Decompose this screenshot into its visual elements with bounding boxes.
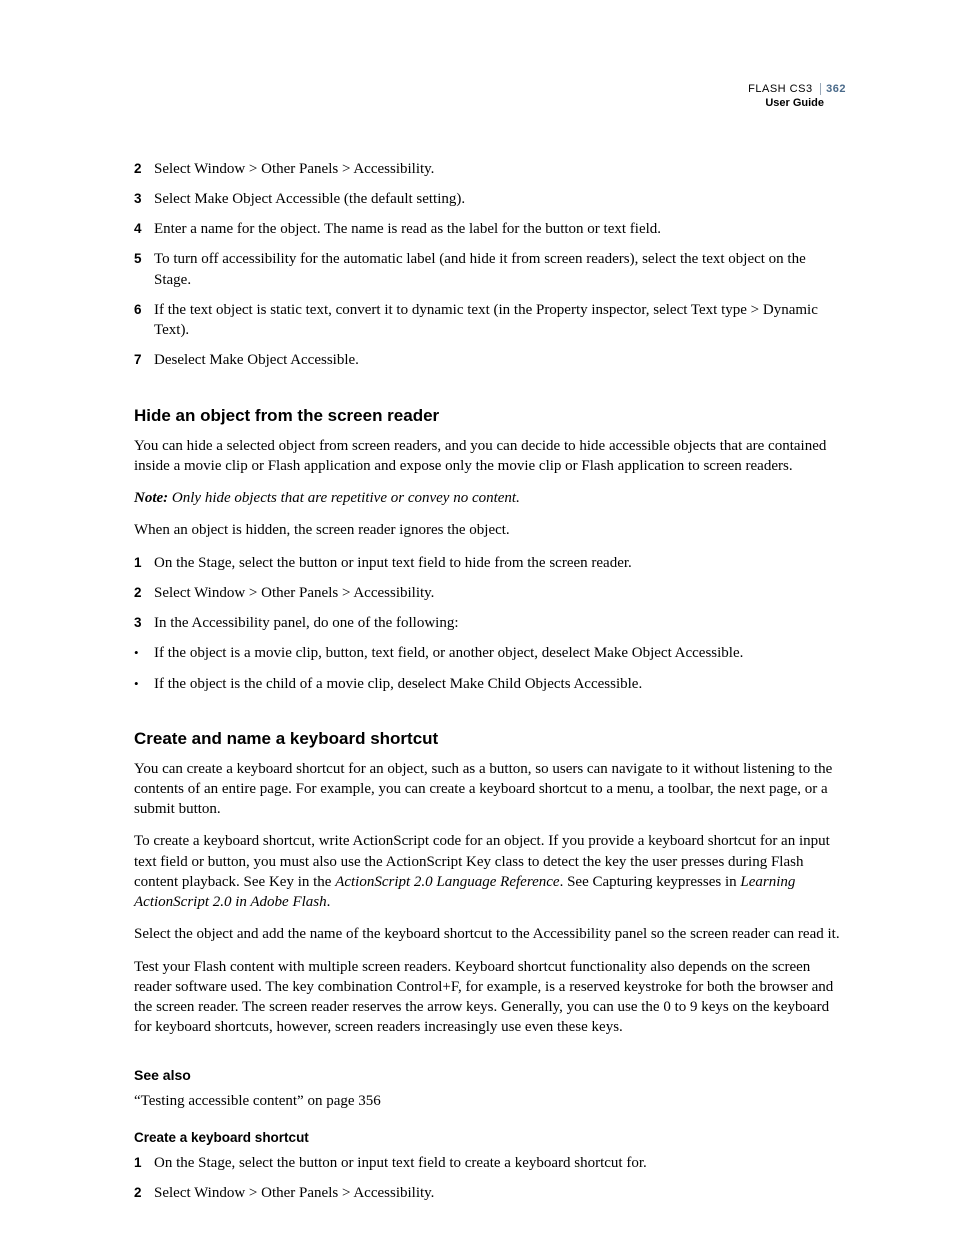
step-text: On the Stage, select the button or input…: [154, 1153, 846, 1173]
step-item: 6If the text object is static text, conv…: [134, 300, 846, 341]
step-item: 1On the Stage, select the button or inpu…: [134, 1153, 846, 1173]
bullet-item: If the object is the child of a movie cl…: [134, 674, 846, 694]
step-text: In the Accessibility panel, do one of th…: [154, 613, 846, 633]
page-number: 362: [820, 83, 846, 95]
step-item: 3Select Make Object Accessible (the defa…: [134, 189, 846, 209]
note: Note: Only hide objects that are repetit…: [134, 488, 846, 508]
heading-create-shortcut: Create a keyboard shortcut: [134, 1129, 846, 1147]
step-text: To turn off accessibility for the automa…: [154, 249, 846, 290]
step-item: 2Select Window > Other Panels > Accessib…: [134, 159, 846, 179]
body-text: You can hide a selected object from scre…: [134, 436, 846, 477]
step-item: 2Select Window > Other Panels > Accessib…: [134, 583, 846, 603]
step-text: Select Window > Other Panels > Accessibi…: [154, 583, 846, 603]
step-item: 7Deselect Make Object Accessible.: [134, 350, 846, 370]
step-item: 1On the Stage, select the button or inpu…: [134, 553, 846, 573]
steps-list-create: 1On the Stage, select the button or inpu…: [134, 1153, 846, 1204]
step-text: Deselect Make Object Accessible.: [154, 350, 846, 370]
step-text: Enter a name for the object. The name is…: [154, 219, 846, 239]
step-item: 5To turn off accessibility for the autom…: [134, 249, 846, 290]
step-text: Select Make Object Accessible (the defau…: [154, 189, 846, 209]
heading-hide-object: Hide an object from the screen reader: [134, 405, 846, 428]
bullet-item: If the object is a movie clip, button, t…: [134, 643, 846, 663]
note-body: Only hide objects that are repetitive or…: [168, 490, 520, 506]
step-item: 3In the Accessibility panel, do one of t…: [134, 613, 846, 633]
note-label: Note:: [134, 490, 168, 506]
step-text: Select Window > Other Panels > Accessibi…: [154, 159, 846, 179]
reference-title: ActionScript 2.0 Language Reference: [335, 874, 559, 890]
heading-see-also: See also: [134, 1066, 846, 1085]
body-text: You can create a keyboard shortcut for a…: [134, 759, 846, 820]
bullet-text: If the object is a movie clip, button, t…: [154, 643, 743, 663]
page-content: 2Select Window > Other Panels > Accessib…: [134, 159, 846, 1204]
heading-keyboard-shortcut: Create and name a keyboard shortcut: [134, 728, 846, 751]
step-text: On the Stage, select the button or input…: [154, 553, 846, 573]
step-item: 2Select Window > Other Panels > Accessib…: [134, 1183, 846, 1203]
steps-list-hide: 1On the Stage, select the button or inpu…: [134, 553, 846, 634]
step-item: 4Enter a name for the object. The name i…: [134, 219, 846, 239]
body-text: Select the object and add the name of th…: [134, 924, 846, 944]
steps-list-top: 2Select Window > Other Panels > Accessib…: [134, 159, 846, 371]
step-text: If the text object is static text, conve…: [154, 300, 846, 341]
page: FLASH CS3 362 User Guide 2Select Window …: [0, 0, 954, 1204]
body-text: To create a keyboard shortcut, write Act…: [134, 831, 846, 912]
body-text: When an object is hidden, the screen rea…: [134, 520, 846, 540]
cross-reference-link[interactable]: “Testing accessible content” on page 356: [134, 1091, 846, 1111]
bullet-list: If the object is a movie clip, button, t…: [134, 643, 846, 694]
bullet-text: If the object is the child of a movie cl…: [154, 674, 642, 694]
page-header: FLASH CS3 362 User Guide: [134, 82, 846, 111]
product-name: FLASH CS3: [748, 83, 812, 95]
step-text: Select Window > Other Panels > Accessibi…: [154, 1183, 846, 1203]
body-text: Test your Flash content with multiple sc…: [134, 957, 846, 1038]
guide-name: User Guide: [134, 96, 846, 110]
